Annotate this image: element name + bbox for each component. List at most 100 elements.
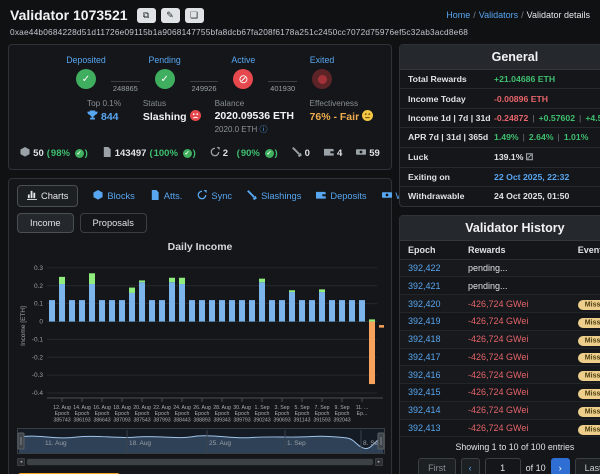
daily-income-chart[interactable]: 0.30.20.10-0.1-0.2-0.3-0.4Income [ETH]12… bbox=[17, 253, 385, 425]
breadcrumb-home[interactable]: Home bbox=[446, 10, 470, 20]
epoch-link[interactable]: 392,415 bbox=[408, 387, 468, 397]
scroll-right-icon[interactable]: ▸ bbox=[375, 458, 383, 466]
history-row: 392,413-426,724 GWeiMiss. bbox=[400, 420, 600, 438]
axe-icon bbox=[292, 147, 302, 160]
slashings-count: 0 bbox=[305, 148, 310, 159]
wallet-icon bbox=[324, 147, 334, 160]
withdrawals-count: 59 bbox=[369, 148, 380, 159]
cube-icon bbox=[93, 190, 103, 202]
lifecycle-diagram: Deposited ✓ 248865 Pending ✓ 249926 Acti… bbox=[9, 55, 391, 89]
topbar: Validator 1073521 ⧉ ✎ ❏ Home/Validators/… bbox=[0, 0, 600, 23]
withdrawals-counter[interactable]: 59 bbox=[356, 147, 380, 160]
status-stat: Status Slashing bbox=[143, 99, 201, 135]
edit-button[interactable]: ✎ bbox=[161, 8, 180, 23]
chart-scrollbar[interactable]: ◂ ▸ bbox=[17, 458, 383, 466]
bookmark-button[interactable]: ❏ bbox=[185, 8, 204, 23]
deposits-counter[interactable]: 4 bbox=[324, 147, 342, 160]
blocks-counter[interactable]: 50(98% ✓) bbox=[20, 147, 88, 160]
slashings-counter[interactable]: 0 bbox=[292, 147, 310, 160]
breadcrumb-validators[interactable]: Validators bbox=[479, 10, 518, 20]
svg-text:18. Aug: 18. Aug bbox=[129, 440, 151, 447]
chart-navigator[interactable]: 11. Aug18. Aug25. Aug1. Sep8. Sep bbox=[17, 428, 385, 454]
epoch-link[interactable]: 392,413 bbox=[408, 423, 468, 433]
history-row: 392,421pending... bbox=[400, 277, 600, 295]
svg-text:-0.1: -0.1 bbox=[32, 336, 44, 343]
sync-counter[interactable]: 2 (90% ✓) bbox=[210, 147, 278, 160]
banknote-icon bbox=[382, 190, 392, 202]
scrollbar-thumb[interactable] bbox=[27, 459, 373, 465]
svg-text:3. SepEpoch390693: 3. SepEpoch390693 bbox=[273, 405, 290, 423]
svg-text:24. AugEpoch388443: 24. AugEpoch388443 bbox=[173, 405, 191, 423]
sync-icon bbox=[210, 147, 220, 160]
epoch-link[interactable]: 392,419 bbox=[408, 316, 468, 326]
attestations-counter[interactable]: 143497(100% ✓) bbox=[102, 147, 196, 160]
chart-icon bbox=[27, 190, 37, 202]
subtab-income[interactable]: Income bbox=[17, 213, 74, 233]
history-row: 392,417-426,724 GWeiMiss. bbox=[400, 349, 600, 367]
epoch-link[interactable]: 392,422 bbox=[408, 263, 468, 273]
banknote-icon bbox=[356, 147, 366, 160]
tab-slashings[interactable]: Slashings bbox=[247, 186, 301, 206]
exiting-on-value[interactable]: 22 Oct 2025, 22:32 bbox=[494, 172, 569, 182]
deposits-count: 4 bbox=[337, 148, 342, 159]
lifecycle-stage-deposited: Deposited ✓ bbox=[61, 55, 111, 89]
stage-label[interactable]: Pending bbox=[149, 55, 181, 65]
check-icon: ✓ bbox=[75, 149, 84, 158]
tab-charts[interactable]: Charts bbox=[17, 185, 78, 207]
tab-attestations[interactable]: Atts. bbox=[150, 186, 183, 206]
pagination-next-button[interactable]: › bbox=[551, 458, 570, 474]
stage-label[interactable]: Active bbox=[231, 55, 255, 65]
copy-button[interactable]: ⧉ bbox=[137, 8, 156, 23]
stage-label[interactable]: Deposited bbox=[66, 55, 106, 65]
axe-icon bbox=[247, 190, 257, 202]
effectiveness-stat: Effectiveness 76% - Fair bbox=[310, 99, 377, 135]
general-card-title: General bbox=[400, 45, 600, 70]
trophy-icon bbox=[87, 110, 98, 124]
rank-stat: Top 0.1% 844 bbox=[87, 99, 129, 135]
exit-epoch: 401930 bbox=[270, 84, 295, 93]
svg-text:9. SepEpoch392043: 9. SepEpoch392043 bbox=[333, 405, 350, 423]
tab-deposits[interactable]: Deposits bbox=[316, 186, 366, 206]
pagination-first-button[interactable]: First bbox=[418, 458, 456, 474]
history-row: 392,419-426,724 GWeiMiss. bbox=[400, 313, 600, 331]
balance-stat: Balance 2020.09536 ETH 2020.0 ETH ⓘ bbox=[215, 99, 296, 135]
info-icon[interactable]: ⓘ bbox=[260, 125, 268, 134]
check-circle-icon: ✓ bbox=[155, 69, 175, 89]
lifecycle-stage-pending: Pending ✓ bbox=[140, 55, 190, 89]
tab-sync[interactable]: Sync bbox=[197, 186, 232, 206]
breadcrumb-separator: / bbox=[473, 10, 476, 20]
validator-history-card: Validator History Epoch Rewards Events 3… bbox=[399, 215, 600, 474]
charts-card: Charts Blocks Atts. Sync Slashings Depos… bbox=[8, 178, 392, 474]
svg-text:14. AugEpoch386193: 14. AugEpoch386193 bbox=[73, 405, 91, 423]
page-title: Validator 1073521 bbox=[10, 7, 128, 23]
tab-blocks[interactable]: Blocks bbox=[93, 186, 134, 206]
pagination-page-input[interactable] bbox=[485, 458, 521, 474]
pagination-prev-button[interactable]: ‹ bbox=[461, 458, 480, 474]
scroll-left-icon[interactable]: ◂ bbox=[17, 458, 25, 466]
subtab-proposals[interactable]: Proposals bbox=[80, 213, 147, 233]
epoch-link[interactable]: 392,416 bbox=[408, 370, 468, 380]
sync-count: 2 bbox=[223, 148, 228, 159]
history-row: 392,414-426,724 GWeiMiss. bbox=[400, 402, 600, 420]
general-row-income-today: Income Today -0.00896 ETH bbox=[400, 89, 600, 108]
epoch-link[interactable]: 392,421 bbox=[408, 281, 468, 291]
epoch-link[interactable]: 392,414 bbox=[408, 405, 468, 415]
effective-balance: 2020.0 ETH bbox=[215, 125, 258, 134]
sad-face-icon bbox=[190, 110, 201, 124]
general-row-luck: Luck 139.1%⚂ bbox=[400, 148, 600, 168]
epoch-link[interactable]: 392,420 bbox=[408, 299, 468, 309]
rank-value[interactable]: 844 bbox=[101, 111, 119, 123]
total-rewards-value: +21.04686 ETH bbox=[494, 74, 555, 84]
svg-text:20. AugEpoch387543: 20. AugEpoch387543 bbox=[133, 405, 151, 423]
history-row: 392,422pending... bbox=[400, 260, 600, 278]
blocks-count: 50 bbox=[33, 148, 44, 159]
epoch-link[interactable]: 392,417 bbox=[408, 352, 468, 362]
counters-row: 50(98% ✓) 143497(100% ✓) 2 (90% ✓) 0 4 bbox=[9, 147, 391, 160]
epoch-link[interactable]: 392,418 bbox=[408, 334, 468, 344]
pagination-last-button[interactable]: Last bbox=[575, 458, 600, 474]
edit-icon: ✎ bbox=[166, 10, 174, 20]
history-row: 392,418-426,724 GWeiMiss. bbox=[400, 331, 600, 349]
scrollbar-track[interactable] bbox=[26, 458, 374, 466]
svg-text:11. ...Ep...: 11. ...Ep... bbox=[356, 405, 369, 417]
stage-label[interactable]: Exited bbox=[310, 55, 334, 65]
